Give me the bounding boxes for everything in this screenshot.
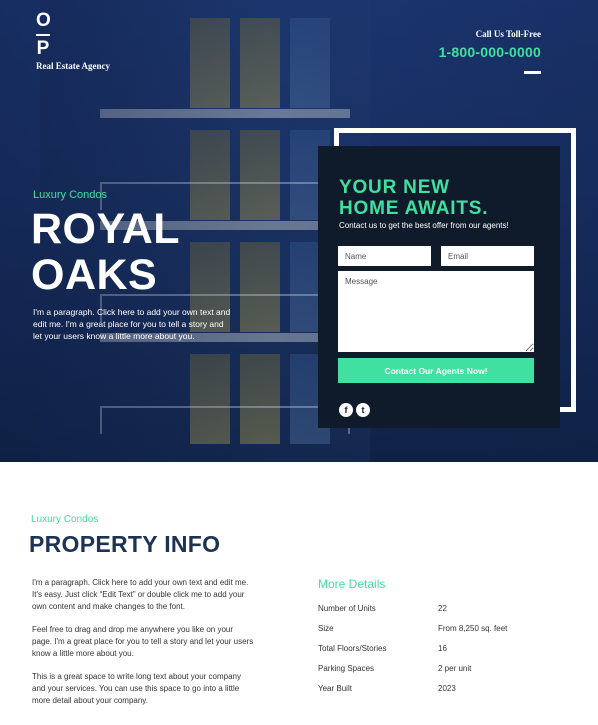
property-paragraph: This is a great space to write long text…: [32, 672, 241, 705]
details-row: Year Built 2023: [318, 684, 558, 704]
logo-divider: [36, 34, 50, 36]
logo[interactable]: O P Real Estate Agency: [36, 11, 110, 71]
details-label: Number of Units: [318, 604, 376, 613]
details-label: Size: [318, 624, 334, 633]
phone-number[interactable]: 1-800-000-0000: [439, 44, 541, 60]
details-title: More Details: [318, 577, 386, 591]
hero-title: ROYAL OAKS: [31, 206, 180, 298]
property-kicker: Luxury Condos: [31, 514, 99, 525]
facebook-icon[interactable]: f: [339, 403, 353, 417]
name-field[interactable]: [338, 246, 431, 266]
email-field[interactable]: [441, 246, 534, 266]
panel-title: YOUR NEW HOME AWAITS.: [339, 177, 488, 219]
details-label: Year Built: [318, 684, 352, 693]
call-label: Call Us Toll-Free: [475, 29, 541, 39]
details-value: 22: [438, 604, 447, 613]
contact-agents-button[interactable]: Contact Our Agents Now!: [338, 358, 534, 383]
property-body: I'm a paragraph. Click here to add your …: [32, 577, 254, 718]
hero-title-line: OAKS: [31, 251, 158, 299]
twitter-icon[interactable]: t: [356, 403, 370, 417]
message-field[interactable]: [338, 271, 534, 352]
hero-kicker: Luxury Condos: [33, 189, 107, 201]
panel-title-line: YOUR NEW: [339, 177, 450, 198]
details-row: Number of Units 22: [318, 604, 558, 624]
details-row: Parking Spaces 2 per unit: [318, 664, 558, 684]
details-label: Total Floors/Stories: [318, 644, 387, 653]
hero-paragraph: I'm a paragraph. Click here to add your …: [33, 307, 231, 341]
details-value: 16: [438, 644, 447, 653]
details-row: Size From 8,250 sq. feet: [318, 624, 558, 644]
panel-title-line: HOME AWAITS.: [339, 198, 489, 219]
details-value: 2 per unit: [438, 664, 472, 673]
menu-bar-icon[interactable]: [524, 71, 541, 74]
details-table: Number of Units 22 Size From 8,250 sq. f…: [318, 604, 558, 704]
property-paragraph: I'm a paragraph. Click here to add your …: [32, 578, 249, 611]
details-row: Total Floors/Stories 16: [318, 644, 558, 664]
logo-letter-top: O: [36, 10, 51, 31]
contact-panel: YOUR NEW HOME AWAITS. Contact us to get …: [318, 146, 560, 428]
agency-name: Real Estate Agency: [36, 61, 110, 71]
details-value: 2023: [438, 684, 456, 693]
property-paragraph: Feel free to drag and drop me anywhere y…: [32, 625, 254, 658]
social-links: f t: [339, 403, 370, 417]
panel-subtitle: Contact us to get the best offer from ou…: [339, 221, 509, 230]
property-title: PROPERTY INFO: [29, 531, 221, 557]
call-block: Call Us Toll-Free 1-800-000-0000: [439, 29, 541, 74]
details-value: From 8,250 sq. feet: [438, 624, 508, 633]
hero-title-line: ROYAL: [31, 205, 181, 253]
details-label: Parking Spaces: [318, 664, 375, 673]
hero-section: O P Real Estate Agency Call Us Toll-Free…: [0, 0, 598, 462]
logo-letter-bottom: P: [36, 38, 50, 59]
